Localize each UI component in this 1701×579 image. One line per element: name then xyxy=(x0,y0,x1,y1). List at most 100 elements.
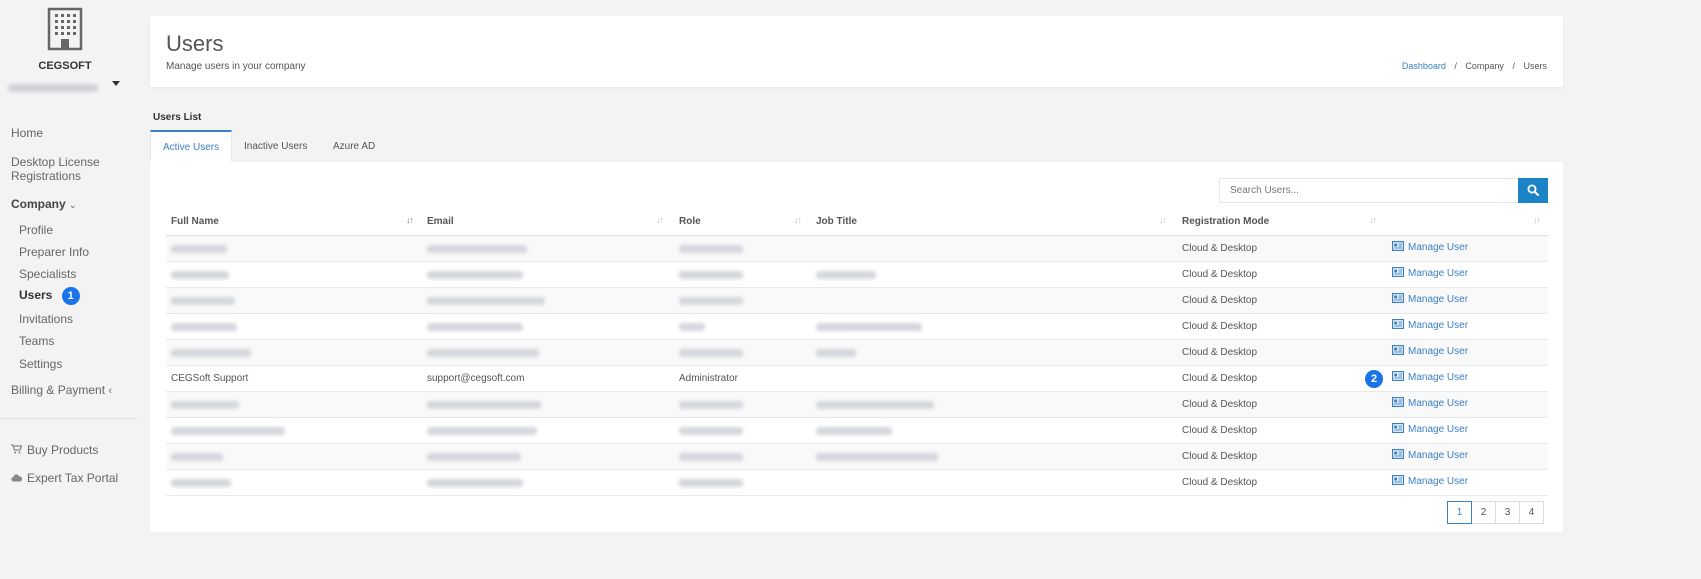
email-redacted xyxy=(427,349,539,357)
table-row: Cloud & Desktop Manage User xyxy=(166,340,1548,366)
manage-user-label: Manage User xyxy=(1408,242,1469,254)
manage-user-link[interactable]: Manage User xyxy=(1392,371,1468,384)
role-redacted xyxy=(679,349,743,357)
sort-icon[interactable]: ↓↑ xyxy=(1369,215,1377,225)
sidebar: CEGSOFT Home Desktop License Registratio… xyxy=(0,0,150,579)
tab-inactive-users[interactable]: Inactive Users xyxy=(232,131,319,161)
sidebar-item-buy-products[interactable]: Buy Products xyxy=(11,443,98,457)
page-subtitle: Manage users in your company xyxy=(166,61,306,72)
manage-user-link[interactable]: Manage User xyxy=(1392,319,1468,332)
sidebar-item-expert-tax-portal[interactable]: Expert Tax Portal xyxy=(11,471,118,485)
breadcrumb-company[interactable]: Company xyxy=(1465,61,1504,71)
column-header-full-name[interactable]: Full Name xyxy=(171,216,219,227)
manage-user-link[interactable]: Manage User xyxy=(1392,397,1468,410)
breadcrumb-separator: / xyxy=(1512,61,1515,71)
sidebar-item-users[interactable]: Users 1 xyxy=(19,287,80,305)
full-name-redacted xyxy=(171,245,227,253)
sidebar-item-specialists[interactable]: Specialists xyxy=(19,267,76,281)
role-redacted xyxy=(679,245,743,253)
sidebar-item-settings[interactable]: Settings xyxy=(19,357,62,371)
user-email-redacted xyxy=(8,83,98,92)
manage-user-label: Manage User xyxy=(1408,372,1469,384)
role-redacted xyxy=(679,271,743,279)
sort-icon[interactable]: ↓↑ xyxy=(656,215,664,225)
chevron-down-icon: ⌄ xyxy=(69,200,77,210)
email-redacted xyxy=(427,479,523,487)
column-header-role[interactable]: Role xyxy=(679,216,701,227)
page-3[interactable]: 3 xyxy=(1495,501,1520,524)
full-name-redacted xyxy=(171,453,223,461)
sidebar-item-profile[interactable]: Profile xyxy=(19,223,53,237)
sidebar-item-billing[interactable]: Billing & Payment ‹ xyxy=(11,383,112,397)
role-redacted xyxy=(679,297,743,305)
manage-user-link[interactable]: Manage User xyxy=(1392,241,1468,254)
table-body: Cloud & Desktop Manage User Cloud & Deskto… xyxy=(166,236,1548,496)
cell-registration-mode: Cloud & Desktop xyxy=(1182,295,1258,306)
sort-icon[interactable]: ↓↑ xyxy=(1159,215,1167,225)
sidebar-item-company[interactable]: Company ⌄ xyxy=(11,197,77,211)
role-redacted xyxy=(679,323,705,331)
table-row: Cloud & Desktop Manage User xyxy=(166,314,1548,340)
full-name-redacted xyxy=(171,401,239,409)
manage-user-link[interactable]: Manage User xyxy=(1392,293,1468,306)
users-table-card: Full Name ↓↑ Email ↓↑ Role ↓↑ Job Title … xyxy=(150,162,1563,532)
id-card-icon xyxy=(1392,319,1405,332)
table-row: Cloud & Desktop Manage User xyxy=(166,288,1548,314)
manage-user-label: Manage User xyxy=(1408,268,1469,280)
search-button[interactable] xyxy=(1518,178,1548,203)
manage-user-link[interactable]: Manage User xyxy=(1392,423,1468,436)
job-title-redacted xyxy=(816,427,892,435)
sort-icon[interactable]: ↓↑ xyxy=(794,215,802,225)
manage-user-link[interactable]: Manage User xyxy=(1392,267,1468,280)
search-input[interactable] xyxy=(1219,178,1527,203)
page-1[interactable]: 1 xyxy=(1447,501,1472,524)
manage-user-label: Manage User xyxy=(1408,450,1469,462)
cloud-icon xyxy=(11,474,23,485)
manage-user-link[interactable]: Manage User xyxy=(1392,449,1468,462)
cell-registration-mode: Cloud & Desktop xyxy=(1182,477,1258,488)
sidebar-item-home[interactable]: Home xyxy=(11,126,43,140)
divider xyxy=(0,418,137,419)
manage-user-label: Manage User xyxy=(1408,294,1469,306)
page-2[interactable]: 2 xyxy=(1471,501,1496,524)
tab-active-users[interactable]: Active Users xyxy=(150,130,233,162)
column-header-job-title[interactable]: Job Title xyxy=(816,216,857,227)
id-card-icon xyxy=(1392,241,1405,254)
id-card-icon xyxy=(1392,423,1405,436)
cell-registration-mode: Cloud & Desktop xyxy=(1182,451,1258,462)
sidebar-item-preparer-info[interactable]: Preparer Info xyxy=(19,245,89,259)
sort-icon[interactable]: ↓↑ xyxy=(1533,215,1541,225)
email-redacted xyxy=(427,453,521,461)
column-header-email[interactable]: Email xyxy=(427,216,454,227)
manage-user-link[interactable]: Manage User xyxy=(1392,475,1468,488)
cell-email: support@cegsoft.com xyxy=(427,373,525,384)
cell-role: Administrator xyxy=(679,373,738,384)
manage-user-link[interactable]: Manage User xyxy=(1392,345,1468,358)
id-card-icon xyxy=(1392,449,1405,462)
role-redacted xyxy=(679,427,743,435)
full-name-redacted xyxy=(171,427,285,435)
cart-icon xyxy=(11,444,23,457)
job-title-redacted xyxy=(816,271,876,279)
sidebar-item-label: Billing & Payment xyxy=(11,383,106,397)
user-menu[interactable] xyxy=(8,80,120,92)
breadcrumb-dashboard[interactable]: Dashboard xyxy=(1402,61,1446,71)
table-row: CEGSoft Support support@cegsoft.com Admini… xyxy=(166,366,1548,392)
column-header-registration-mode[interactable]: Registration Mode xyxy=(1182,216,1269,227)
tab-azure-ad[interactable]: Azure AD xyxy=(321,131,387,161)
page-4[interactable]: 4 xyxy=(1519,501,1544,524)
job-title-redacted xyxy=(816,401,934,409)
sort-icon[interactable]: ↓↑ xyxy=(406,215,414,225)
id-card-icon xyxy=(1392,345,1405,358)
cell-registration-mode: Cloud & Desktop xyxy=(1182,373,1258,384)
tabs: Active Users Inactive Users Azure AD xyxy=(150,130,1563,163)
sidebar-item-invitations[interactable]: Invitations xyxy=(19,312,73,326)
sidebar-item-label: Desktop License xyxy=(11,155,100,169)
sidebar-item-desktop-license[interactable]: Desktop License Registrations xyxy=(11,155,100,183)
table-row: Cloud & Desktop Manage User xyxy=(166,262,1548,288)
role-redacted xyxy=(679,453,743,461)
cell-registration-mode: Cloud & Desktop xyxy=(1182,243,1258,254)
sidebar-item-teams[interactable]: Teams xyxy=(19,334,54,348)
email-redacted xyxy=(427,271,523,279)
manage-user-label: Manage User xyxy=(1408,346,1469,358)
